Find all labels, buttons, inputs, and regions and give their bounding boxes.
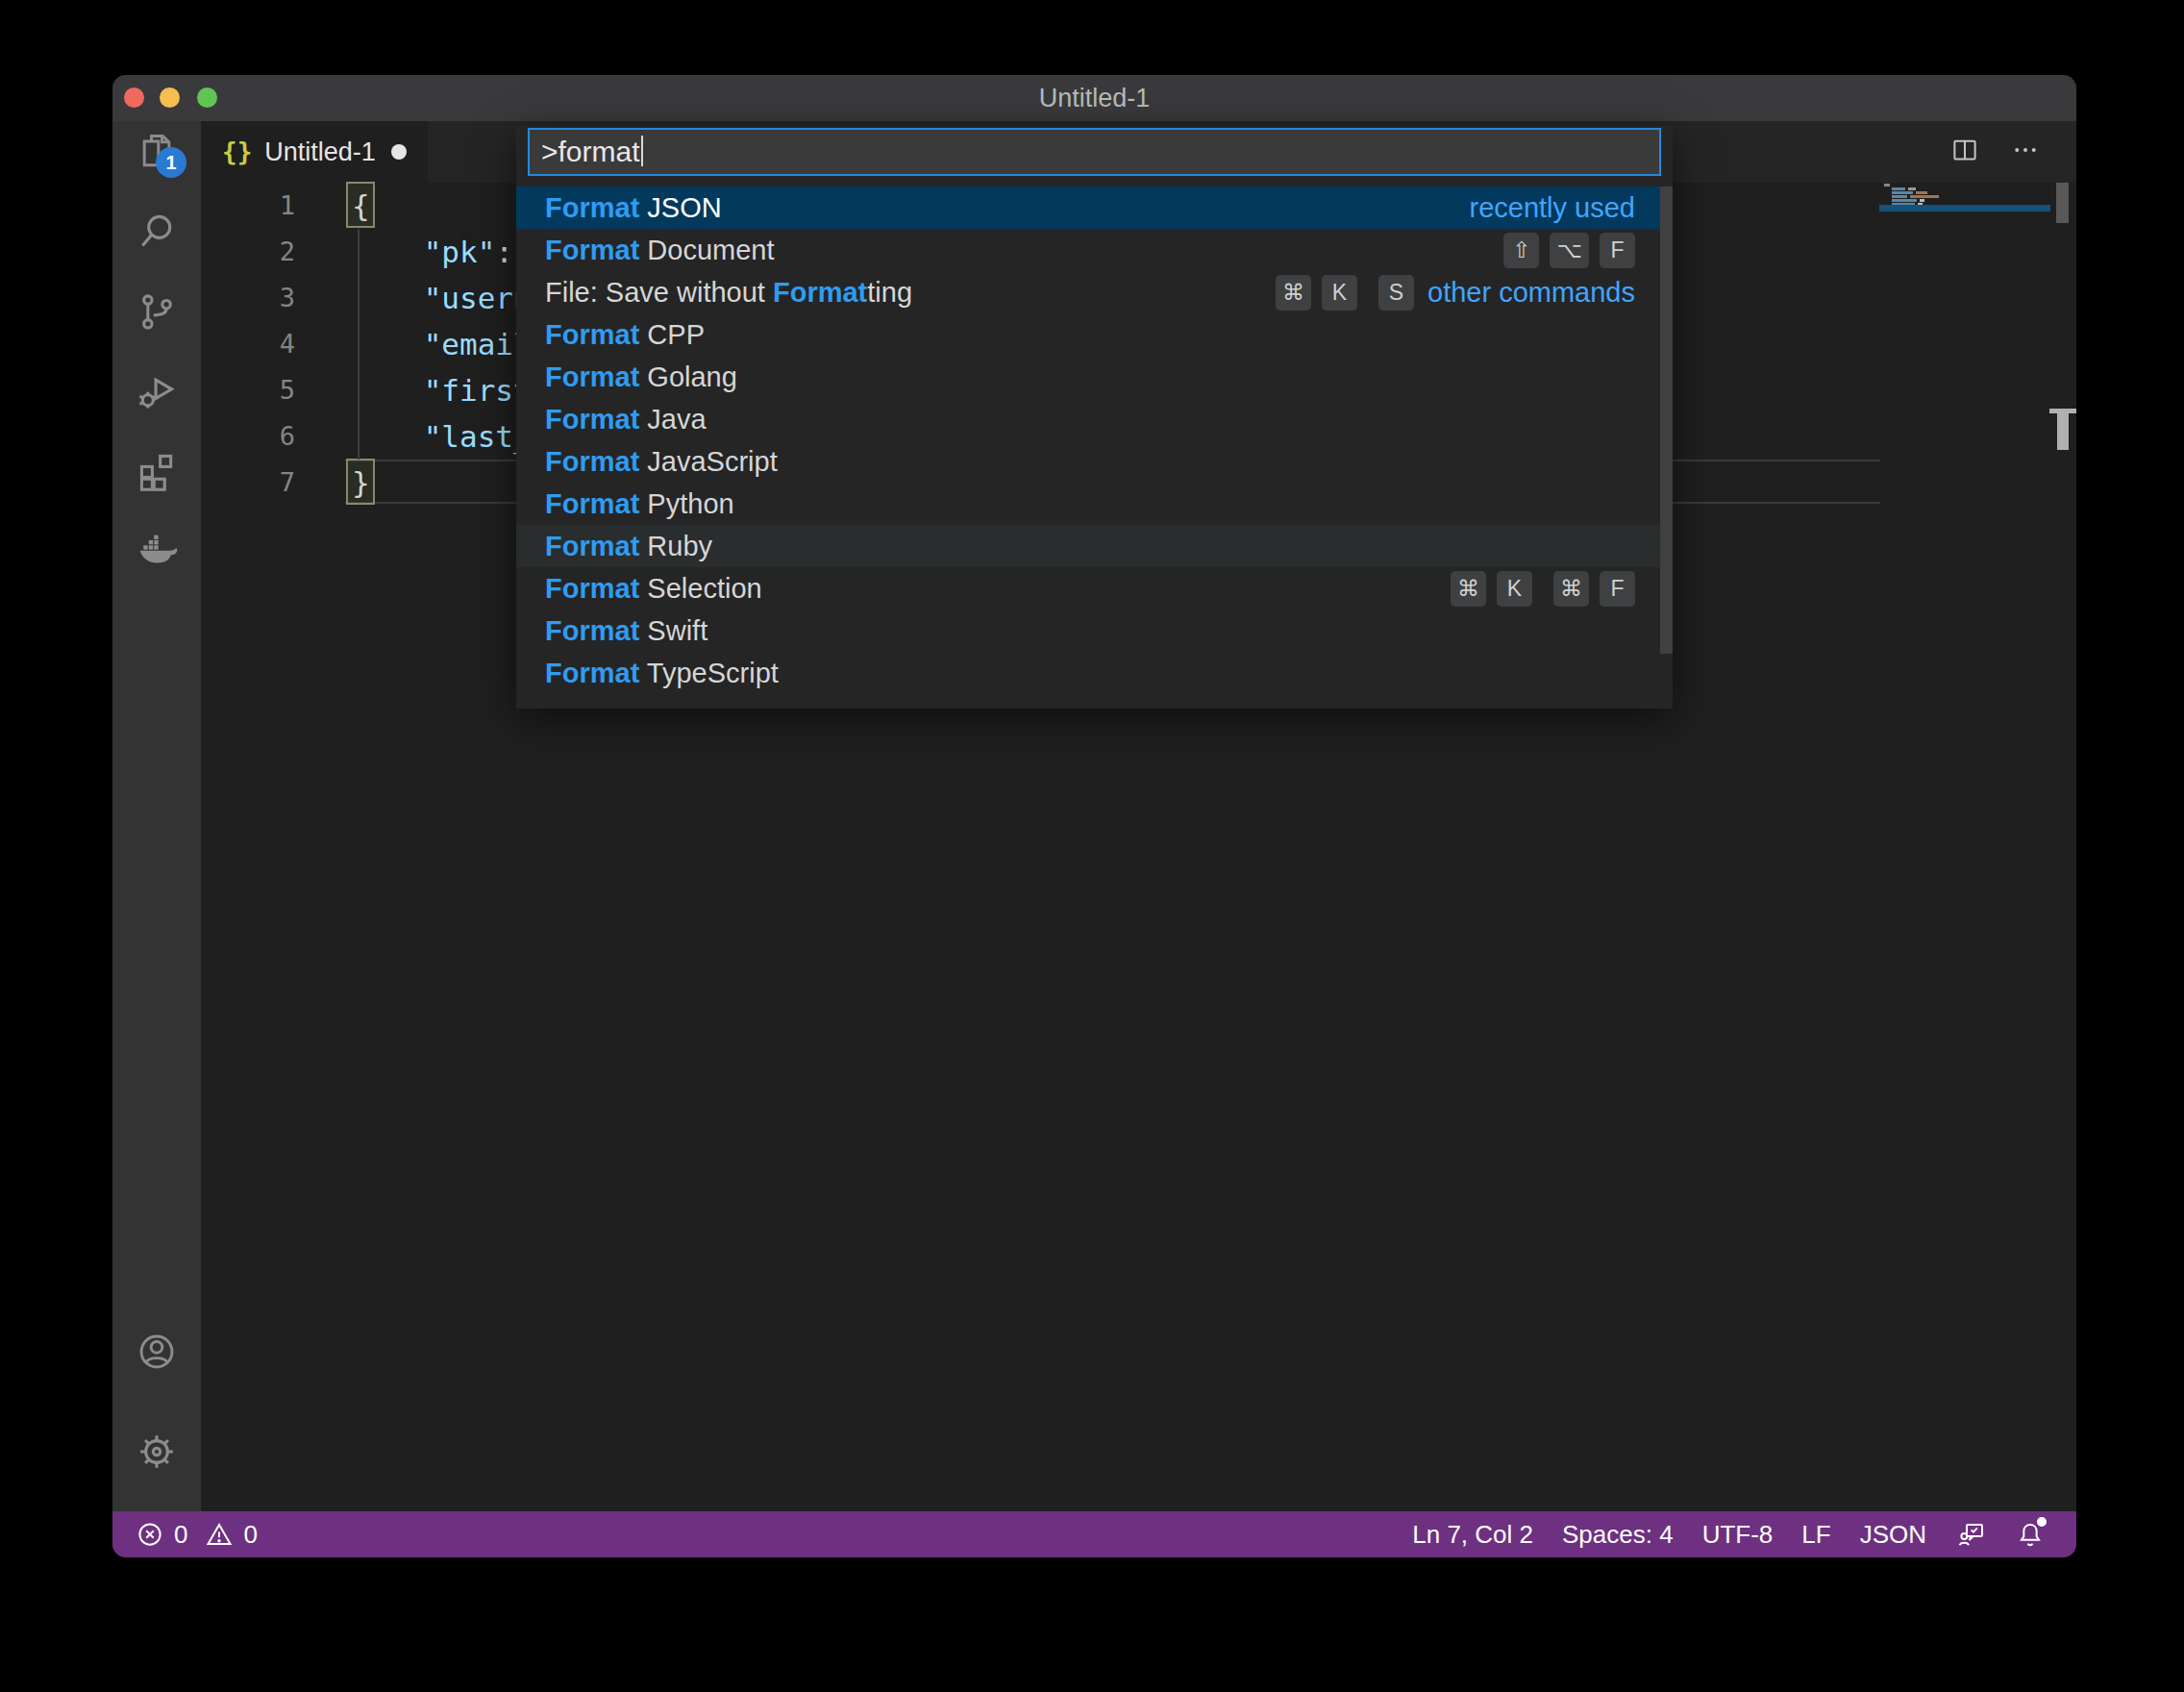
docker-icon[interactable] — [136, 527, 178, 569]
extensions-icon[interactable] — [136, 450, 178, 492]
keybinding-chip: K — [1322, 275, 1357, 311]
source-control-icon[interactable] — [136, 290, 178, 333]
line-number: 7 — [201, 460, 295, 506]
split-editor-icon[interactable] — [1950, 136, 1979, 168]
errors-icon[interactable] — [136, 1520, 164, 1549]
text-cursor — [641, 136, 643, 166]
warnings-count[interactable]: 0 — [243, 1520, 257, 1550]
code-line: } — [352, 460, 370, 506]
search-icon[interactable] — [136, 210, 178, 252]
keybinding-chip: F — [1600, 233, 1635, 268]
json-file-icon: {} — [222, 137, 252, 166]
status-bar: 0 0 Ln 7, Col 2 Spaces: 4 UTF-8 LF JSON — [112, 1511, 2076, 1557]
keybinding-chip: F — [1600, 571, 1635, 607]
more-actions-icon[interactable] — [2011, 136, 2040, 168]
keybinding-chip: ⌥ — [1550, 233, 1589, 268]
status-item[interactable]: UTF-8 — [1702, 1520, 1774, 1550]
command-item[interactable]: Format JSONrecently used — [516, 187, 1660, 229]
errors-count[interactable]: 0 — [174, 1520, 187, 1550]
line-number: 1 — [201, 183, 295, 229]
command-item[interactable]: Format Ruby — [516, 525, 1660, 567]
line-number: 4 — [201, 321, 295, 367]
warnings-icon[interactable] — [205, 1520, 234, 1549]
explorer-badge: 1 — [156, 147, 186, 178]
command-item[interactable]: Format Golang — [516, 356, 1660, 398]
keybinding-chip: ⇧ — [1503, 233, 1539, 268]
line-number: 6 — [201, 413, 295, 460]
minimap[interactable] — [1879, 183, 2050, 413]
status-item[interactable]: Ln 7, Col 2 — [1412, 1520, 1533, 1550]
accounts-icon[interactable] — [136, 1331, 178, 1373]
feedback-icon[interactable] — [1955, 1519, 1986, 1550]
vscode-window: Untitled-1 1 — [112, 75, 2076, 1557]
command-item[interactable]: Format Java — [516, 398, 1660, 440]
command-item[interactable]: Format Document⇧⌥F — [516, 229, 1660, 271]
line-number: 5 — [201, 367, 295, 413]
command-list: Format JSONrecently usedFormat Document⇧… — [516, 187, 1660, 694]
tab-untitled-1[interactable]: {} Untitled-1 — [201, 121, 428, 183]
code-line: { — [352, 183, 370, 229]
overview-ruler-thumb — [2057, 413, 2069, 450]
keybinding-chip: ⌘ — [1553, 571, 1589, 607]
command-item[interactable]: Format JavaScript — [516, 440, 1660, 483]
line-number: 3 — [201, 275, 295, 321]
minimap-current-line — [1879, 205, 2050, 212]
command-item[interactable]: Format Swift — [516, 610, 1660, 652]
command-item[interactable]: File: Save without Formatting⌘KSother co… — [516, 271, 1660, 313]
activity-bar: 1 — [112, 121, 201, 1511]
recently-used-label: recently used — [1470, 192, 1636, 224]
notifications-bell-icon[interactable] — [2015, 1519, 2046, 1550]
title-bar: Untitled-1 — [112, 75, 2076, 121]
command-item[interactable]: Format CPP — [516, 313, 1660, 356]
status-item[interactable]: LF — [1801, 1520, 1830, 1550]
line-number: 2 — [201, 229, 295, 275]
command-input[interactable]: >format — [528, 128, 1661, 176]
window-title: Untitled-1 — [112, 75, 2076, 121]
editor-scrollbar[interactable] — [2056, 183, 2069, 223]
other-commands-link[interactable]: other commands — [1427, 277, 1635, 309]
modified-dot[interactable] — [391, 144, 407, 160]
settings-gear-icon[interactable] — [136, 1431, 178, 1473]
keybinding-chip: K — [1497, 571, 1532, 607]
run-and-debug-icon[interactable] — [136, 371, 178, 413]
keybinding-chip: S — [1378, 275, 1414, 311]
keybinding-chip: ⌘ — [1276, 275, 1311, 311]
command-item[interactable]: Format Python — [516, 483, 1660, 525]
status-item[interactable]: JSON — [1860, 1520, 1926, 1550]
command-palette: >format Format JSONrecently usedFormat D… — [516, 126, 1673, 709]
keybinding-chip: ⌘ — [1451, 571, 1486, 607]
status-item[interactable]: Spaces: 4 — [1562, 1520, 1674, 1550]
command-item[interactable]: Format Selection⌘K⌘F — [516, 567, 1660, 610]
command-item[interactable]: Format TypeScript — [516, 652, 1660, 694]
tab-label: Untitled-1 — [264, 137, 376, 167]
palette-scrollbar[interactable] — [1660, 187, 1673, 654]
